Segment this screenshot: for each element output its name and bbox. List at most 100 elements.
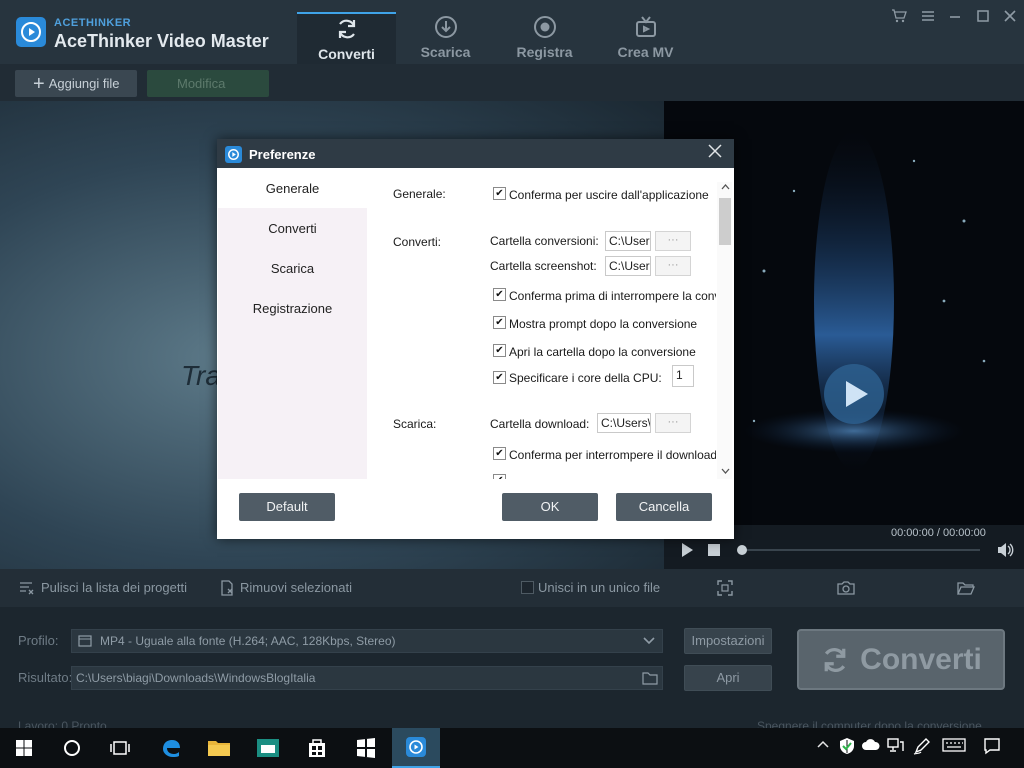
tab-scarica[interactable]: Scarica: [396, 12, 495, 64]
play-icon[interactable]: [680, 542, 694, 558]
drop-hint: Tra: [181, 360, 221, 391]
cortana-search-icon[interactable]: [48, 728, 96, 768]
close-icon[interactable]: [1002, 8, 1020, 24]
folder-icon[interactable]: [642, 671, 658, 685]
task-view-icon[interactable]: [96, 728, 144, 768]
brand-small: ACETHINKER: [54, 17, 132, 29]
tab-converti[interactable]: Converti: [297, 12, 396, 64]
scroll-up-icon[interactable]: [721, 183, 730, 191]
windows-store-icon[interactable]: [293, 728, 341, 768]
conv-folder-browse-button[interactable]: ···: [655, 231, 691, 251]
crop-icon[interactable]: [717, 580, 733, 596]
scroll-down-icon[interactable]: [721, 467, 730, 475]
edit-button[interactable]: Modifica: [147, 70, 269, 97]
remove-selected-icon[interactable]: [219, 580, 235, 596]
dialog-app-icon: [225, 146, 242, 163]
dialog-title: Preferenze: [249, 147, 316, 162]
stop-icon[interactable]: [708, 544, 720, 556]
show-prompt-checkbox[interactable]: ✔: [493, 316, 506, 329]
refresh-icon: [335, 17, 359, 41]
convert-button[interactable]: Converti: [797, 629, 1005, 690]
next-option-checkbox[interactable]: ✔: [493, 474, 506, 479]
exit-confirm-checkbox[interactable]: ✔: [493, 187, 506, 200]
dl-folder-label: Cartella download:: [490, 417, 590, 431]
exit-confirm-label: Conferma per uscire dall'applicazione: [509, 188, 709, 202]
time-readout: 00:00:00 / 00:00:00: [891, 527, 986, 539]
nav-item-converti[interactable]: Converti: [218, 221, 367, 236]
volume-icon[interactable]: [996, 542, 1014, 558]
menu-icon[interactable]: [920, 8, 938, 24]
merge-checkbox[interactable]: [521, 581, 534, 594]
defender-shield-icon[interactable]: [838, 737, 856, 755]
chevron-up-icon[interactable]: [815, 737, 831, 753]
format-icon: [78, 634, 92, 648]
dl-folder-browse-button[interactable]: ···: [655, 413, 691, 433]
shot-folder-browse-button[interactable]: ···: [655, 256, 691, 276]
edit-label: Modifica: [177, 76, 226, 91]
confirm-stop-download-checkbox[interactable]: ✔: [493, 447, 506, 460]
download-icon: [434, 15, 458, 39]
folder-open-icon[interactable]: [957, 580, 975, 596]
pen-workspace-icon[interactable]: [913, 737, 931, 755]
cancel-button[interactable]: Cancella: [616, 493, 712, 521]
clear-list-button[interactable]: Pulisci la lista dei progetti: [41, 580, 187, 595]
open-button[interactable]: Apri: [684, 665, 772, 691]
dl-folder-field[interactable]: C:\Users\: [597, 413, 651, 433]
minimize-icon[interactable]: [947, 8, 965, 24]
profile-value: MP4 - Uguale alla fonte (H.264; AAC, 128…: [100, 634, 396, 648]
refresh-icon: [820, 645, 850, 675]
open-folder-label: Apri la cartella dopo la conversione: [509, 345, 696, 359]
conv-folder-label: Cartella conversioni:: [490, 234, 599, 248]
section-label-scarica: Scarica:: [393, 417, 437, 431]
tab-label: Converti: [318, 46, 375, 62]
chevron-down-icon: [642, 634, 656, 648]
network-icon[interactable]: [886, 737, 904, 753]
conv-folder-field[interactable]: C:\Users: [605, 231, 651, 251]
app-title: AceThinker Video Master: [54, 31, 269, 51]
ok-button[interactable]: OK: [502, 493, 598, 521]
scrollbar-thumb[interactable]: [719, 198, 731, 245]
profile-select[interactable]: MP4 - Uguale alla fonte (H.264; AAC, 128…: [71, 629, 663, 653]
keyboard-icon[interactable]: [942, 737, 966, 753]
camera-icon[interactable]: [837, 580, 855, 596]
nav-item-generale[interactable]: Generale: [218, 168, 367, 208]
clear-list-icon[interactable]: [18, 580, 34, 596]
shot-folder-field[interactable]: C:\Users: [605, 256, 651, 276]
tab-registra[interactable]: Registra: [495, 12, 594, 64]
tab-label: Registra: [516, 44, 573, 60]
onedrive-cloud-icon[interactable]: [861, 737, 881, 753]
tab-label: Scarica: [420, 44, 471, 60]
store-app-icon[interactable]: [244, 728, 292, 768]
shot-folder-label: Cartella screenshot:: [490, 259, 597, 273]
plus-icon: +: [33, 72, 45, 95]
seek-handle[interactable]: [737, 545, 747, 555]
cpu-cores-checkbox[interactable]: ✔: [493, 371, 506, 384]
edge-browser-icon[interactable]: [147, 728, 195, 768]
output-path-field[interactable]: C:\Users\biagi\Downloads\WindowsBlogItal…: [71, 666, 663, 690]
confirm-stop-checkbox[interactable]: ✔: [493, 288, 506, 301]
record-icon: [533, 15, 557, 39]
tiles-app-icon[interactable]: [342, 728, 390, 768]
acethinker-taskbar-icon[interactable]: [392, 728, 440, 768]
preferences-nav: [218, 168, 367, 479]
open-folder-checkbox[interactable]: ✔: [493, 344, 506, 357]
nav-item-registrazione[interactable]: Registrazione: [218, 301, 367, 316]
maximize-icon[interactable]: [975, 8, 993, 24]
tab-crea-mv[interactable]: Crea MV: [596, 12, 695, 64]
nav-item-scarica[interactable]: Scarica: [218, 261, 367, 276]
convert-label: Converti: [860, 642, 982, 676]
default-button[interactable]: Default: [239, 493, 335, 521]
cart-icon[interactable]: [891, 8, 909, 24]
dialog-close-icon[interactable]: [708, 144, 722, 158]
windows-start-icon[interactable]: [0, 728, 48, 768]
add-file-button[interactable]: + Aggiungi file: [15, 70, 137, 97]
remove-selected-button[interactable]: Rimuovi selezionati: [240, 580, 352, 595]
confirm-stop-label: Conferma prima di interrompere la conver…: [509, 289, 716, 303]
notification-center-icon[interactable]: [983, 737, 1001, 755]
seek-bar[interactable]: [740, 549, 980, 551]
settings-button[interactable]: Impostazioni: [684, 628, 772, 654]
cpu-cores-input[interactable]: 1: [672, 365, 694, 387]
tv-icon: [634, 15, 658, 39]
section-label-generale: Generale:: [393, 187, 446, 201]
file-explorer-icon[interactable]: [195, 728, 243, 768]
